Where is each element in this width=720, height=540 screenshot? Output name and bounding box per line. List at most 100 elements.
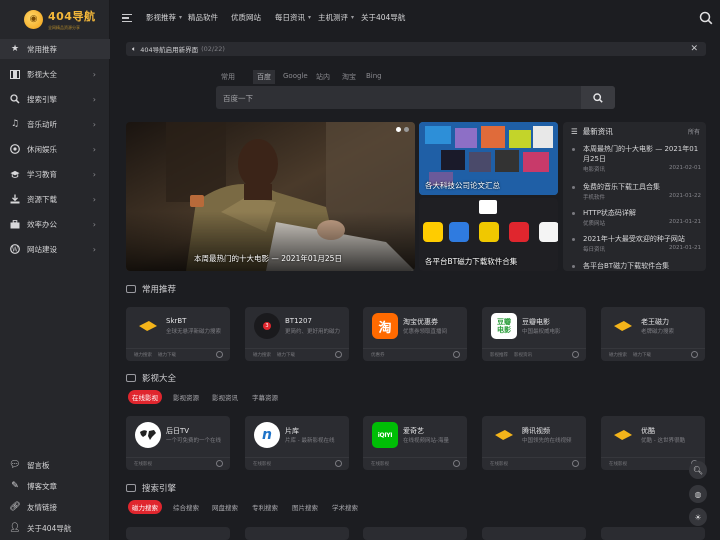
site-card[interactable]: [363, 527, 467, 540]
chip-magnet-search[interactable]: 磁力搜索: [128, 500, 162, 514]
sidebar-item-video[interactable]: 影视大全 ›: [0, 64, 110, 84]
sidebar-item-education[interactable]: 学习教育 ›: [0, 164, 110, 184]
chip-academic-search[interactable]: 学术搜索: [332, 502, 358, 512]
site-card[interactable]: [126, 527, 230, 540]
chevron-right-icon: ›: [92, 194, 96, 204]
site-card[interactable]: [245, 527, 349, 540]
info-icon[interactable]: [335, 351, 342, 358]
sidebar-item-music[interactable]: ♫ 音乐动听 ›: [0, 114, 110, 134]
chip-image-search[interactable]: 图片搜索: [292, 502, 318, 512]
info-icon[interactable]: [453, 351, 460, 358]
featured-tile[interactable]: 各平台BT磁力下载软件合集: [419, 198, 558, 271]
search-tab-baidu[interactable]: 百度: [253, 70, 275, 84]
sidebar-item-blog[interactable]: ✎ 博客文章: [0, 476, 110, 496]
logo[interactable]: ◉ 404导航 全网精品资源分享: [0, 0, 110, 38]
site-card[interactable]: 淘 淘宝优惠券 优惠券领取直播间 优惠券: [363, 307, 467, 361]
chevron-right-icon: ›: [92, 119, 96, 129]
sidebar-item-about[interactable]: 👤︎ 关于404导航: [0, 518, 110, 538]
site-card[interactable]: iQIYI 爱奇艺 在线视频网站-海量 在线影视: [363, 416, 467, 470]
site-card[interactable]: 老王磁力 老牌磁力搜索 磁力搜索 磁力下载: [601, 307, 705, 361]
sidebar-item-label: 资源下载: [27, 194, 57, 204]
news-item[interactable]: 各平台BT磁力下载软件合集: [571, 261, 701, 271]
info-icon[interactable]: [216, 460, 223, 467]
site-logo: 3: [254, 313, 280, 339]
site-logo: 淘: [372, 313, 398, 339]
slide-dot[interactable]: [404, 127, 409, 132]
topnav-movies[interactable]: 影视推荐 ▾: [146, 12, 182, 23]
search-icon[interactable]: [699, 11, 713, 25]
sidebar-item-common[interactable]: ★ 常用推荐: [0, 39, 110, 59]
site-card[interactable]: n 片库 片库 - 最新影视在线 在线影视: [245, 416, 349, 470]
chip-general-search[interactable]: 综合搜索: [173, 502, 199, 512]
featured-tile[interactable]: 各大科技公司论文汇总: [419, 122, 558, 195]
chip-subtitles[interactable]: 字幕资源: [252, 392, 278, 402]
search-input[interactable]: 百度一下: [216, 86, 615, 109]
site-card[interactable]: 3 BT1207 更简约、更好用的磁力 磁力搜索 磁力下载: [245, 307, 349, 361]
star-icon: ★: [10, 44, 20, 54]
sidebar-item-office[interactable]: 效率办公 ›: [0, 214, 110, 234]
news-item[interactable]: 2021年十大最受欢迎的种子网站 每日资讯 2021-01-21: [571, 234, 701, 253]
topnav-software[interactable]: 精品软件: [188, 12, 218, 23]
notice-date: (02/22): [201, 45, 225, 53]
briefcase-icon: [10, 219, 20, 229]
site-logo: [610, 313, 636, 339]
site-logo: [135, 422, 161, 448]
search-button[interactable]: [581, 86, 615, 109]
site-card[interactable]: 优酷 优酷 - 这世界很酷 在线影视: [601, 416, 705, 470]
sidebar-item-entertainment[interactable]: 休闲娱乐 ›: [0, 139, 110, 159]
chip-patent-search[interactable]: 专利搜索: [252, 502, 278, 512]
sidebar-item-label: 效率办公: [27, 219, 57, 229]
news-item[interactable]: 本周最热门的十大电影 — 2021年01月25日 电影资讯 2021-02-01: [571, 144, 701, 173]
chevron-right-icon: ›: [92, 94, 96, 104]
info-icon[interactable]: [335, 460, 342, 467]
topnav-hosting[interactable]: 主机测评 ▾: [318, 12, 354, 23]
theme-toggle-button[interactable]: ☀: [689, 508, 707, 526]
info-icon[interactable]: [572, 460, 579, 467]
search-tab-common[interactable]: 常用: [221, 72, 235, 82]
sidebar-item-search[interactable]: 搜索引擎 ›: [0, 89, 110, 109]
info-icon[interactable]: [453, 460, 460, 467]
chip-netdisk-search[interactable]: 网盘搜索: [212, 502, 238, 512]
notice-text[interactable]: 404导航启用新界面: [140, 44, 198, 54]
menu-toggle-icon[interactable]: [122, 14, 132, 22]
site-card[interactable]: 豆瓣 电影 豆瓣电影 中国最权威电影 影视推荐 影视资讯: [482, 307, 586, 361]
news-item[interactable]: HTTP状态码详解 优质网站 2021-01-21: [571, 208, 701, 227]
topnav-news[interactable]: 每日资讯 ▾: [275, 12, 311, 23]
sidebar: ◉ 404导航 全网精品资源分享 ★ 常用推荐 影视大全 › 搜索引擎 › ♫ …: [0, 0, 110, 540]
sidebar-item-links[interactable]: 🔗︎ 友情链接: [0, 497, 110, 517]
site-card[interactable]: SkrBT 全球无悬浮新磁力搜索 磁力搜索 磁力下载: [126, 307, 230, 361]
sidebar-item-downloads[interactable]: 资源下载 ›: [0, 189, 110, 209]
search-tab-google[interactable]: Google: [283, 72, 308, 80]
site-card[interactable]: [482, 527, 586, 540]
site-card[interactable]: 后日TV 一个可免费的一个在线 在线影视: [126, 416, 230, 470]
news-item[interactable]: 免费的音乐下载工具合集 手机软件 2021-01-22: [571, 182, 701, 201]
layers-button[interactable]: ◍: [689, 485, 707, 503]
info-icon[interactable]: [691, 351, 698, 358]
close-icon[interactable]: ✕: [690, 44, 698, 54]
layers-icon: ◍: [694, 489, 702, 499]
section-title-common: 常用推荐: [126, 283, 176, 295]
chip-online-video[interactable]: 在线影视: [128, 390, 162, 404]
topnav-about[interactable]: 关于404导航: [361, 12, 405, 23]
sidebar-item-guestbook[interactable]: 💬︎ 留言板: [0, 455, 110, 475]
news-panel: ☰ 最新资讯 所有 本周最热门的十大电影 — 2021年01月25日 电影资讯 2…: [563, 122, 706, 271]
site-card[interactable]: 腾讯视频 中国领先的在线视频 在线影视: [482, 416, 586, 470]
info-icon[interactable]: [216, 351, 223, 358]
search-float-button[interactable]: 🔍︎: [689, 461, 707, 479]
chip-video-resources[interactable]: 影视资源: [173, 392, 199, 402]
news-all-link[interactable]: 所有: [688, 127, 700, 136]
info-icon[interactable]: [572, 351, 579, 358]
chip-video-news[interactable]: 影视资讯: [212, 392, 238, 402]
site-card[interactable]: [601, 527, 705, 540]
topnav-websites[interactable]: 优质网站: [231, 12, 261, 23]
sidebar-item-label: 关于404导航: [27, 523, 72, 533]
tag-icon: [126, 484, 136, 492]
search-tab-taobao[interactable]: 淘宝: [342, 72, 356, 82]
search-tab-bing[interactable]: Bing: [366, 72, 382, 80]
comment-icon: 💬︎: [9, 460, 21, 470]
slide-dot-active[interactable]: [396, 127, 401, 132]
chevron-down-icon: ▾: [179, 14, 183, 21]
hero-slide[interactable]: 本周最热门的十大电影 — 2021年01月25日: [126, 122, 415, 271]
search-tab-site[interactable]: 站内: [316, 72, 330, 82]
sidebar-item-webdev[interactable]: W 网站建设 ›: [0, 239, 110, 259]
